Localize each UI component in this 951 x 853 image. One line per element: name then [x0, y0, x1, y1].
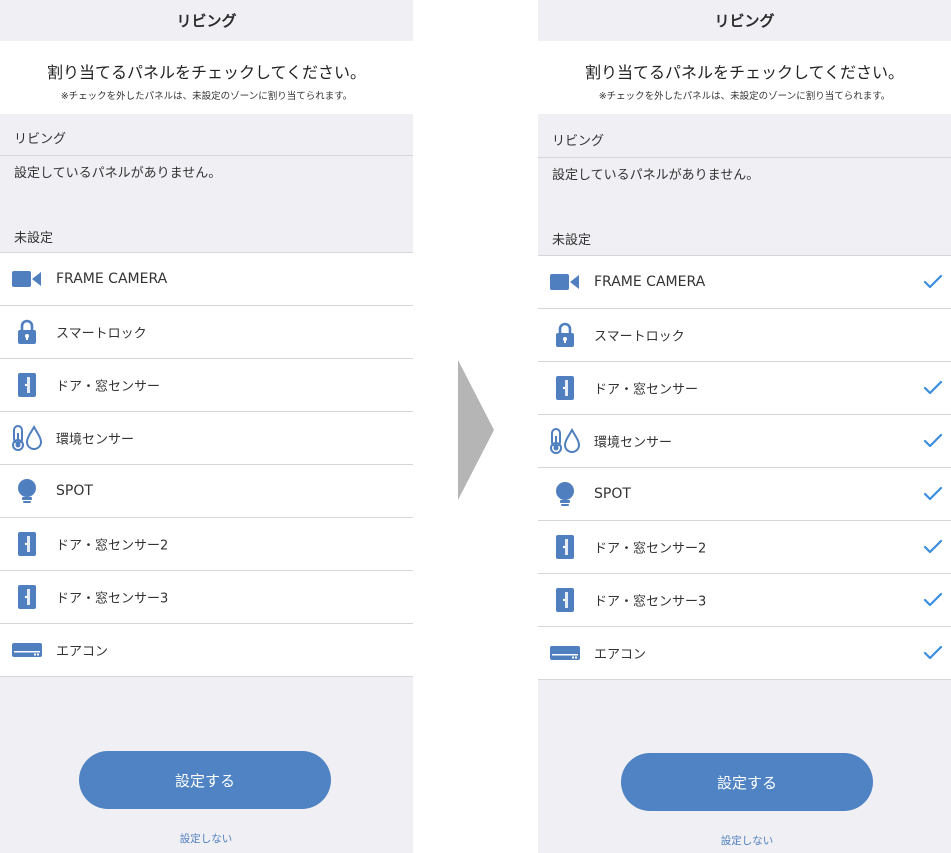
instruction-text: 割り当てるパネルをチェックしてください。	[584, 63, 905, 82]
panel-row[interactable]: 環境センサー	[538, 415, 951, 468]
save-button[interactable]: 設定する	[79, 751, 331, 809]
panel-row[interactable]: ドア・窓センサー	[538, 362, 951, 415]
panel-row[interactable]: エアコン	[538, 627, 951, 680]
panel-row[interactable]: SPOT	[0, 465, 413, 518]
instruction-note: ※チェックを外したパネルは、未設定のゾーンに割り当てられます。	[598, 91, 891, 102]
page-title: リビング	[0, 0, 413, 41]
panel-row[interactable]: ドア・窓センサー3	[0, 571, 413, 624]
check-icon[interactable]	[923, 380, 943, 396]
skip-link[interactable]: 設定しない	[687, 833, 807, 848]
environment-sensor-icon	[550, 428, 580, 454]
door-sensor-icon	[550, 375, 580, 401]
unassigned-header: 未設定	[14, 231, 54, 246]
instruction-text: 割り当てるパネルをチェックしてください。	[46, 63, 367, 82]
panel-row[interactable]: FRAME CAMERA	[0, 253, 413, 306]
unassigned-header: 未設定	[552, 233, 592, 248]
save-button[interactable]: 設定する	[621, 753, 873, 811]
door-sensor-icon	[550, 534, 580, 560]
door-sensor-icon	[12, 531, 42, 557]
panel-label: FRAME CAMERA	[594, 274, 706, 290]
panel-label: ドア・窓センサー3	[56, 591, 169, 607]
panel-label: エアコン	[594, 647, 647, 663]
panel-label: ドア・窓センサー	[56, 379, 161, 395]
panel-label: ドア・窓センサー3	[594, 594, 707, 610]
panel-list: FRAME CAMERA スマートロック ドア・窓センサー 環境センサー SPOT ドア・…	[0, 252, 413, 677]
zone-divider	[0, 155, 413, 156]
panel-label: 環境センサー	[56, 432, 135, 448]
environment-sensor-icon	[12, 425, 42, 451]
door-sensor-icon	[12, 372, 42, 398]
lock-icon	[550, 322, 580, 348]
instruction-box: 割り当てるパネルをチェックしてください。 ※チェックを外したパネルは、未設定のゾ…	[538, 41, 951, 114]
panel-label: スマートロック	[56, 326, 147, 342]
screen-after: リビング 割り当てるパネルをチェックしてください。 ※チェックを外したパネルは、…	[538, 0, 951, 853]
panel-label: FRAME CAMERA	[56, 271, 168, 287]
panel-label: ドア・窓センサー	[594, 382, 699, 398]
panel-row[interactable]: FRAME CAMERA	[538, 256, 951, 309]
panel-row[interactable]: エアコン	[0, 624, 413, 677]
check-icon[interactable]	[923, 274, 943, 290]
check-icon[interactable]	[923, 645, 943, 661]
panel-label: ドア・窓センサー2	[56, 538, 169, 554]
zone-header: リビング	[14, 132, 67, 147]
check-icon[interactable]	[923, 592, 943, 608]
door-sensor-icon	[550, 587, 580, 613]
instruction-box: 割り当てるパネルをチェックしてください。 ※チェックを外したパネルは、未設定のゾ…	[0, 41, 413, 114]
page-title: リビング	[538, 0, 951, 41]
panel-row[interactable]: スマートロック	[538, 309, 951, 362]
panel-row[interactable]: 環境センサー	[0, 412, 413, 465]
panel-label: エアコン	[56, 644, 109, 660]
aircon-icon	[12, 637, 42, 663]
check-icon[interactable]	[923, 486, 943, 502]
instruction-note: ※チェックを外したパネルは、未設定のゾーンに割り当てられます。	[60, 91, 353, 102]
lock-icon	[12, 319, 42, 345]
skip-link[interactable]: 設定しない	[146, 831, 266, 846]
empty-message: 設定しているパネルがありません。	[552, 168, 760, 183]
arrow-right-icon	[458, 360, 494, 500]
door-sensor-icon	[12, 584, 42, 610]
screen-before: リビング 割り当てるパネルをチェックしてください。 ※チェックを外したパネルは、…	[0, 0, 413, 853]
check-icon[interactable]	[923, 539, 943, 555]
bulb-icon	[550, 481, 580, 507]
check-icon[interactable]	[923, 433, 943, 449]
panel-row[interactable]: ドア・窓センサー2	[0, 518, 413, 571]
panel-row[interactable]: ドア・窓センサー3	[538, 574, 951, 627]
camera-icon	[12, 266, 42, 292]
zone-header: リビング	[552, 134, 605, 149]
panel-label: 環境センサー	[594, 435, 673, 451]
panel-label: SPOT	[56, 483, 93, 499]
bulb-icon	[12, 478, 42, 504]
zone-divider	[538, 157, 951, 158]
panel-row[interactable]: SPOT	[538, 468, 951, 521]
panel-label: スマートロック	[594, 329, 685, 345]
panel-row[interactable]: ドア・窓センサー	[0, 359, 413, 412]
panel-label: ドア・窓センサー2	[594, 541, 707, 557]
panel-list: FRAME CAMERA スマートロック ドア・窓センサー 環境センサー SPOT ドア・…	[538, 255, 951, 680]
empty-message: 設定しているパネルがありません。	[14, 166, 222, 181]
aircon-icon	[550, 640, 580, 666]
camera-icon	[550, 269, 580, 295]
panel-label: SPOT	[594, 486, 631, 502]
panel-row[interactable]: ドア・窓センサー2	[538, 521, 951, 574]
panel-row[interactable]: スマートロック	[0, 306, 413, 359]
